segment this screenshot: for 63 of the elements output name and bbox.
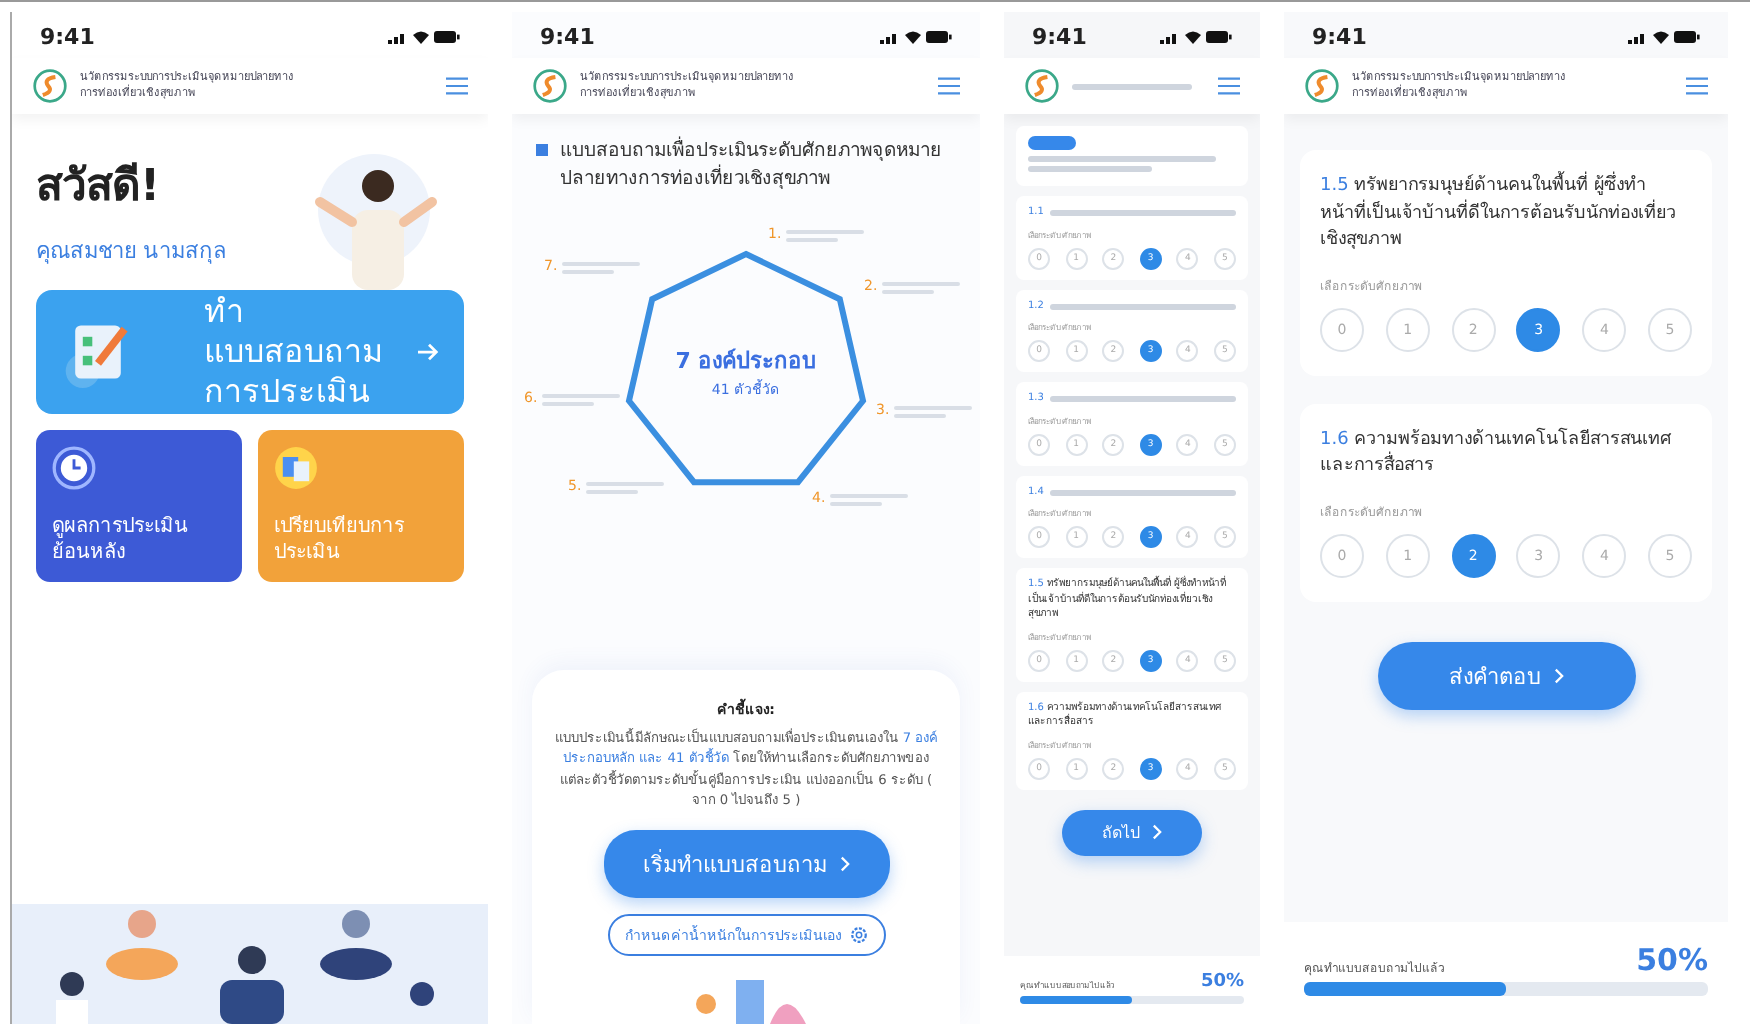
blurred-text-line (585, 489, 638, 494)
status-time: 9:41 (1312, 24, 1367, 50)
signal-icon (388, 30, 408, 44)
menu-icon[interactable] (446, 76, 468, 96)
progress-percent: 50% (1200, 972, 1244, 992)
blurred-text-line (893, 413, 946, 418)
signal-icon (1160, 30, 1180, 44)
blurred-text-line (585, 481, 664, 486)
start-survey-button[interactable]: เริ่มทำแบบสอบถาม (603, 830, 889, 898)
blurred-text-line (785, 237, 838, 242)
menu-icon[interactable] (1686, 76, 1708, 96)
question-text: 1.6 ความพร้อมทางด้านเทคโนโลยีสารสนเทศและการสื่อสาร (1320, 427, 1675, 480)
battery-icon (1674, 30, 1700, 44)
bullet-square-icon (536, 144, 548, 156)
blurred-text-line (881, 281, 960, 286)
survey-heading: แบบสอบถามเพื่อประเมินระดับศักยภาพจุดหมายปลายทางการท่องเที่ยวเชิงสุขภาพ (560, 138, 944, 194)
chevron-right-icon (1553, 667, 1563, 683)
menu-icon[interactable] (938, 76, 960, 96)
status-time: 9:41 (1032, 24, 1087, 50)
greeting-title: สวัสดี! (36, 160, 163, 216)
blurred-text-line (1072, 83, 1193, 89)
wifi-icon (1184, 30, 1202, 44)
menu-icon[interactable] (1218, 76, 1240, 96)
progress-percent: 50% (1636, 942, 1708, 978)
chevron-right-icon (839, 856, 849, 872)
blurred-text-line (561, 269, 614, 274)
blurred-text-line (1028, 166, 1153, 172)
wifi-icon (1652, 30, 1670, 44)
documents-icon (274, 446, 318, 490)
settings-icon (849, 926, 867, 944)
blurred-text-line (829, 501, 882, 506)
compare-tile[interactable]: เปรียบเทียบการ ประเมิน (258, 430, 464, 582)
signal-icon (1628, 30, 1648, 44)
chevron-right-icon (1152, 824, 1162, 840)
arrow-right-icon (418, 342, 440, 362)
battery-icon (1206, 30, 1232, 44)
history-tile[interactable]: ดูผลการประเมิน ย้อนหลัง (36, 430, 242, 582)
battery-icon (434, 30, 460, 44)
logo-icon (532, 68, 568, 104)
wifi-icon (412, 30, 430, 44)
blurred-text-line (785, 229, 864, 234)
status-time: 9:41 (540, 24, 595, 50)
blurred-text-line (541, 401, 594, 406)
signal-icon (880, 30, 900, 44)
start-assessment-button[interactable]: ทำแบบสอบถาม การประเมิน (36, 290, 464, 414)
logo-icon (1024, 68, 1060, 104)
blurred-text-line (881, 289, 934, 294)
logo-icon (1304, 68, 1340, 104)
battery-icon (926, 30, 952, 44)
user-name: คุณสมชาย นามสกุล (36, 236, 227, 268)
submit-button[interactable]: ถัดไป (1062, 809, 1202, 855)
wifi-icon (904, 30, 922, 44)
status-time: 9:41 (40, 24, 95, 50)
blurred-text-line (893, 405, 972, 410)
blurred-text-line (541, 393, 620, 398)
clock-icon (52, 446, 96, 490)
components-count: 7 องค์ประกอบ (675, 345, 817, 378)
blurred-text-line (561, 261, 640, 266)
step-badge (1028, 136, 1076, 150)
blurred-text-line (829, 493, 908, 498)
submit-button[interactable]: ส่งคำตอบ (1377, 641, 1635, 709)
question-text: 1.5 ทรัพยากรมนุษย์ด้านคนในพื้นที่ ผู้ซึ่งทำหน้าที่เป็นเจ้าบ้านที่ดีในการต้อนรับนักท่องเที่ยวเชิงสุขภาพ (1320, 174, 1692, 255)
logo-icon (32, 68, 68, 104)
